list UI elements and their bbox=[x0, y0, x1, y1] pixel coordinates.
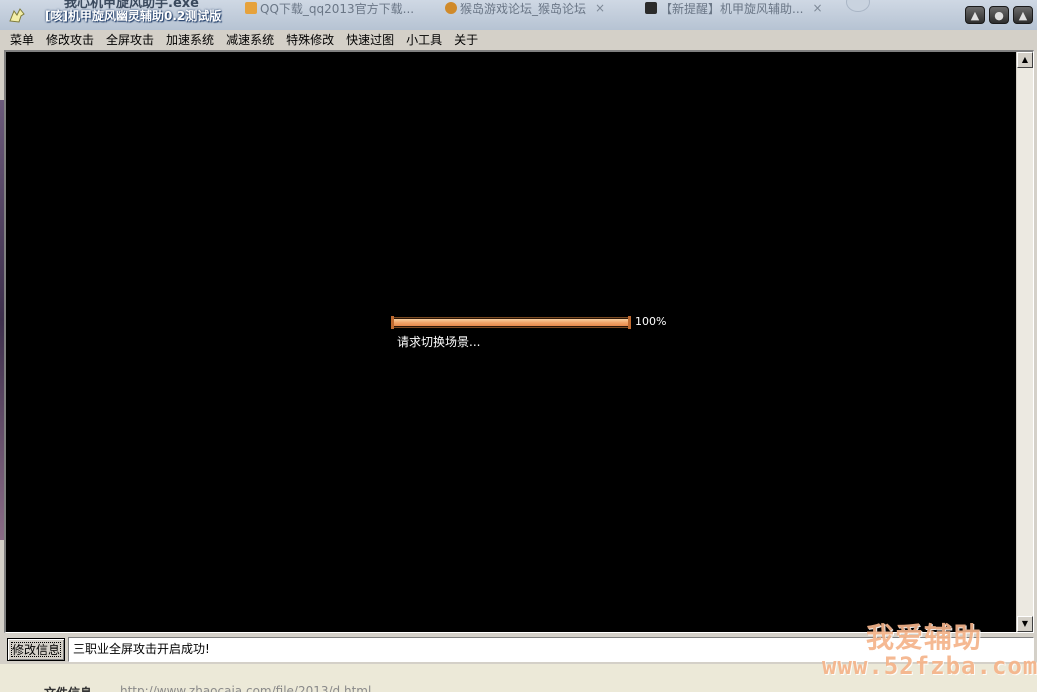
menu-item-slowdown[interactable]: 减速系统 bbox=[220, 31, 280, 49]
menu-item-tools[interactable]: 小工具 bbox=[400, 31, 448, 49]
progress-cap-right bbox=[628, 316, 631, 329]
watermark-url: www.52fzba.com bbox=[822, 652, 1037, 680]
background-bottom-url: http://www.zhaocaia.com/file/2013/d.html bbox=[120, 684, 372, 692]
window-titlebar[interactable]: [咳]机甲旋风幽灵辅助0.2测试版 bbox=[0, 3, 960, 27]
window-title: [咳]机甲旋风幽灵辅助0.2测试版 bbox=[45, 9, 222, 23]
modify-info-button[interactable]: 修改信息 bbox=[7, 638, 65, 661]
game-view[interactable]: 100% 请求切换场景... bbox=[6, 52, 1017, 632]
gadget-circle-icon[interactable]: ● bbox=[989, 6, 1009, 24]
loading-message: 请求切换场景... bbox=[397, 335, 481, 349]
menu-bar: 菜单 修改攻击 全屏攻击 加速系统 减速系统 特殊修改 快速过图 小工具 关于 bbox=[0, 30, 1037, 50]
menu-item-quick-pass[interactable]: 快速过图 bbox=[340, 31, 400, 49]
vertical-scrollbar[interactable]: ▲ ▼ bbox=[1016, 52, 1033, 632]
menu-item-speedup[interactable]: 加速系统 bbox=[160, 31, 220, 49]
menu-item-menu[interactable]: 菜单 bbox=[4, 31, 40, 49]
game-frame: 100% 请求切换场景... ▲ ▼ bbox=[4, 50, 1034, 633]
app-bird-icon bbox=[9, 8, 25, 23]
menu-item-modify-attack[interactable]: 修改攻击 bbox=[40, 31, 100, 49]
menu-item-special[interactable]: 特殊修改 bbox=[280, 31, 340, 49]
menu-item-about[interactable]: 关于 bbox=[448, 31, 484, 49]
scroll-down-arrow-icon[interactable]: ▼ bbox=[1017, 616, 1033, 632]
background-bottom-label: 文件信息 bbox=[44, 684, 92, 692]
gadget-info-icon[interactable]: ▲ bbox=[1013, 6, 1033, 24]
scroll-up-arrow-icon[interactable]: ▲ bbox=[1017, 52, 1033, 68]
gadget-up-icon[interactable]: ▲ bbox=[965, 6, 985, 24]
menu-item-fullscreen-attack[interactable]: 全屏攻击 bbox=[100, 31, 160, 49]
watermark-logo-text: 我爱辅助 bbox=[866, 621, 983, 654]
progress-track bbox=[392, 317, 630, 328]
progress-percent: 100% bbox=[635, 315, 667, 328]
progress-fill bbox=[394, 319, 628, 326]
progress-cap-left bbox=[391, 316, 394, 329]
